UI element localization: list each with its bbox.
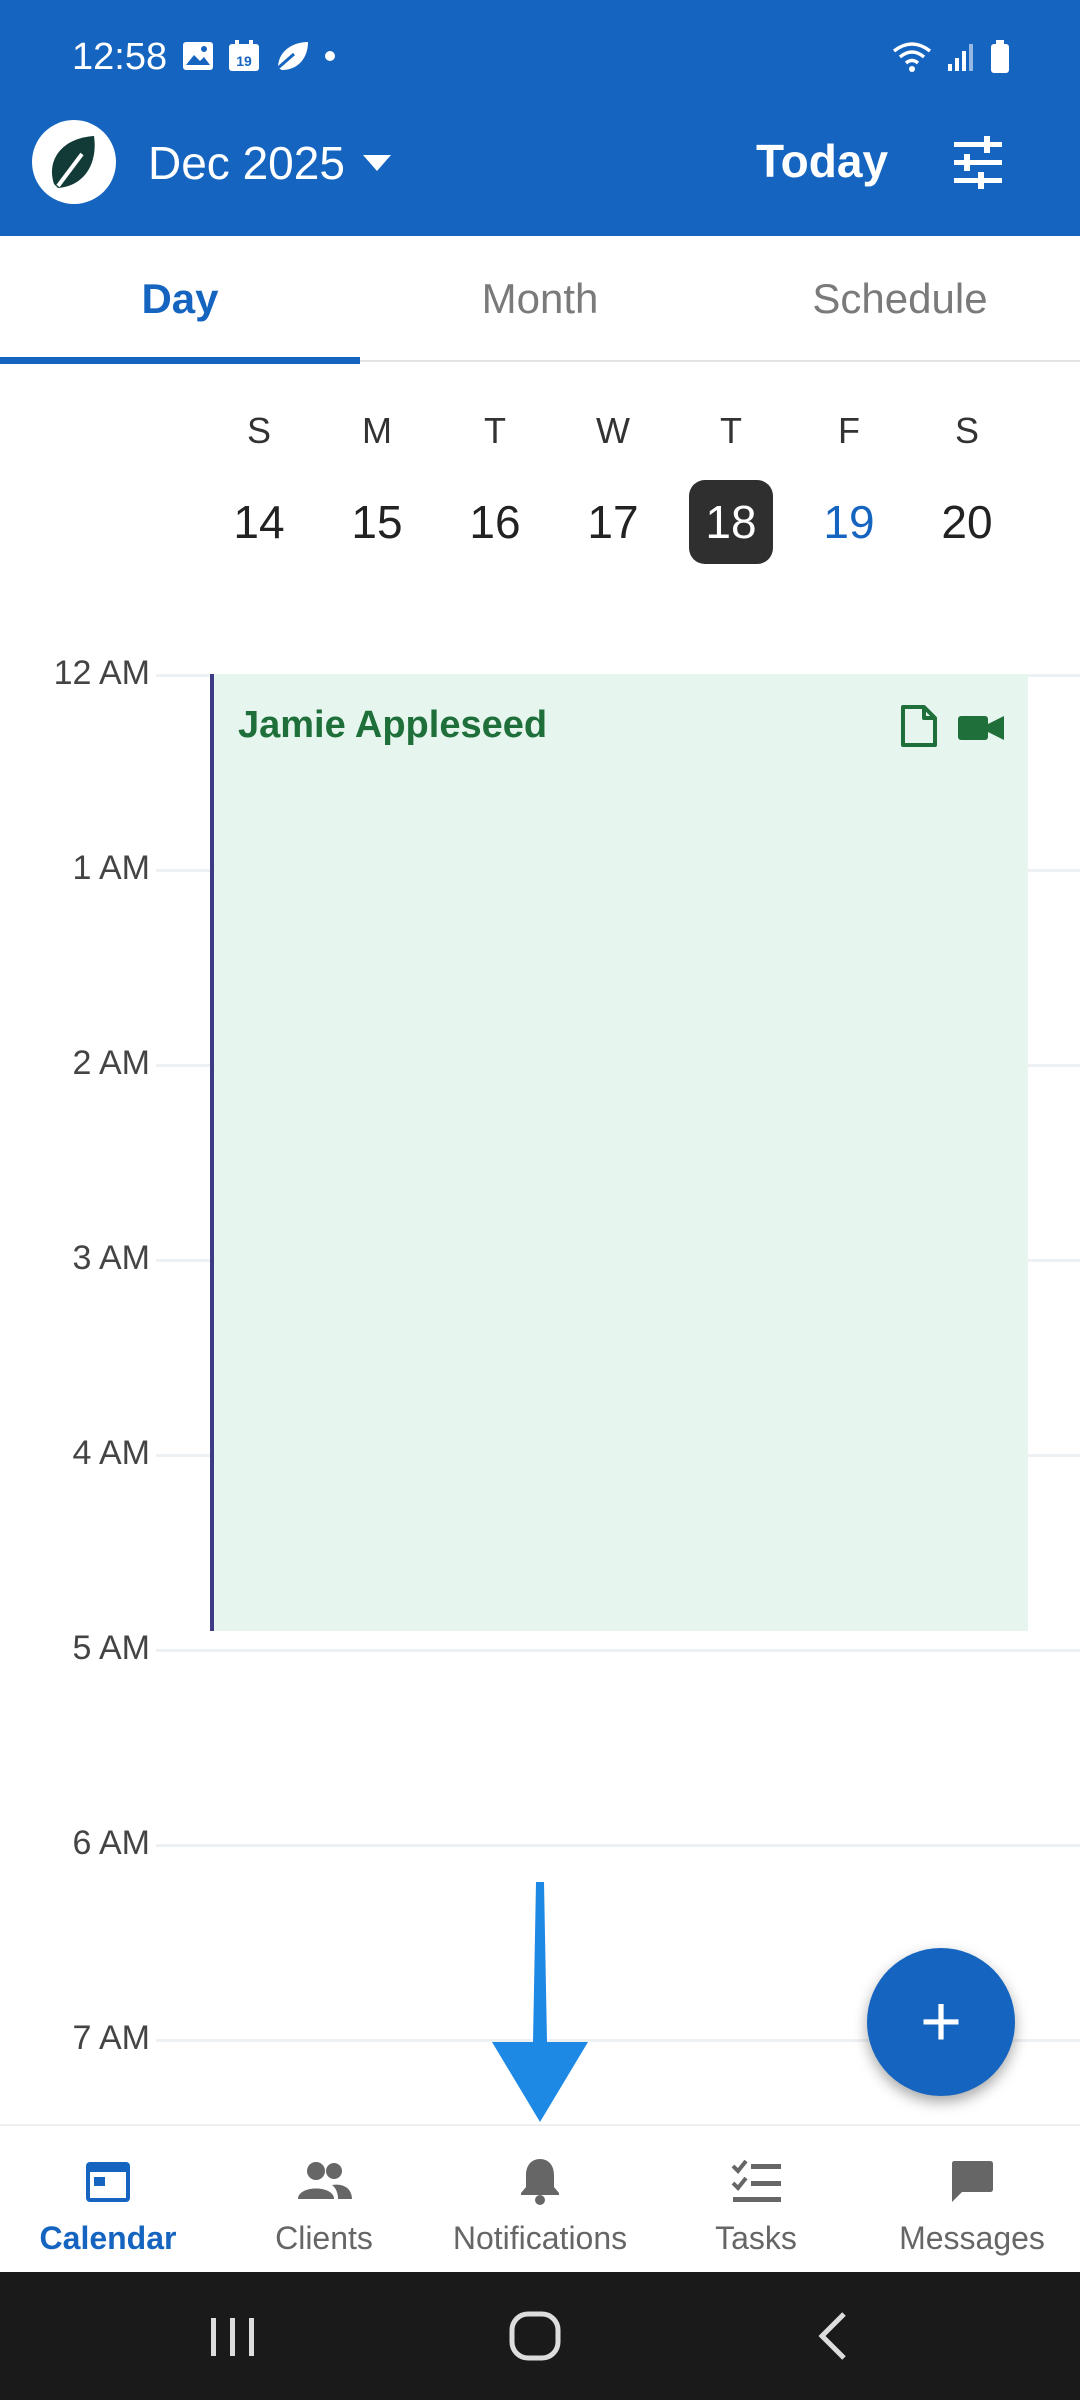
weekday-letter: S [954, 410, 979, 451]
tab-label: Month [481, 275, 599, 322]
weekday-letter: W [596, 410, 630, 451]
hour-label: 2 AM [72, 1044, 150, 1082]
weekday-date: 17 [587, 496, 639, 548]
tab-label: Schedule [812, 275, 988, 322]
weekday-letter: T [720, 410, 742, 451]
checklist-icon [728, 2156, 784, 2206]
nav-label: Calendar [39, 2220, 177, 2256]
top-bar: 12:58 19 Dec 2025 Today [0, 0, 1080, 236]
hour-label: 7 AM [72, 2019, 150, 2057]
system-nav-bar [0, 2272, 1080, 2400]
back-icon[interactable] [800, 2306, 870, 2366]
hour-label: 12 AM [53, 654, 150, 692]
week-day-14[interactable]: S 14 [214, 362, 304, 602]
leaf-icon [277, 42, 308, 70]
weekday-letter: M [362, 410, 392, 451]
app-bar: Dec 2025 Today [0, 110, 1080, 236]
svg-text:19: 19 [236, 53, 252, 69]
video-camera-icon [958, 716, 1004, 740]
week-strip: S 14 M 15 T 16 W 17 T 18 F 19 S 20 [0, 362, 1080, 602]
nav-clients[interactable]: Clients [216, 2126, 432, 2274]
nav-calendar[interactable]: Calendar [0, 2126, 216, 2274]
status-icons-right [892, 40, 1010, 74]
nav-label: Messages [899, 2220, 1045, 2256]
weekday-date: 20 [941, 496, 993, 548]
today-button[interactable]: Today [756, 134, 888, 188]
annotation-arrow-icon [492, 1882, 588, 2122]
add-event-button[interactable]: + [867, 1948, 1015, 2096]
hour-label: 6 AM [72, 1824, 150, 1862]
dot-icon [325, 51, 335, 61]
image-icon [183, 42, 213, 70]
bell-icon [512, 2156, 568, 2206]
status-bar: 12:58 19 [0, 0, 1080, 120]
calendar-icon [80, 2156, 136, 2206]
status-icons-left: 19 [182, 40, 336, 72]
month-title: Dec 2025 [148, 137, 345, 189]
plus-icon: + [919, 1982, 963, 2062]
tab-month[interactable]: Month [360, 236, 720, 362]
hour-label: 5 AM [72, 1629, 150, 1667]
home-icon[interactable] [500, 2306, 570, 2366]
week-day-16[interactable]: T 16 [450, 362, 540, 602]
weekday-date: 15 [351, 496, 403, 548]
hour-line [156, 1844, 1080, 1847]
signal-icon [948, 44, 973, 71]
weekday-date-selected: 18 [689, 480, 773, 564]
weekday-letter: F [838, 410, 860, 451]
nav-messages[interactable]: Messages [864, 2126, 1080, 2274]
nav-label: Tasks [715, 2220, 797, 2256]
nav-label: Clients [275, 2220, 373, 2256]
week-day-20[interactable]: S 20 [922, 362, 1012, 602]
hour-line [156, 1649, 1080, 1652]
tab-label: Day [141, 275, 219, 322]
status-time: 12:58 [72, 36, 168, 78]
caret-down-icon [362, 155, 391, 171]
tab-schedule[interactable]: Schedule [720, 236, 1080, 362]
tab-day[interactable]: Day [0, 236, 360, 364]
calendar-19-icon: 19 [229, 40, 259, 71]
view-tabs: Day Month Schedule [0, 236, 1080, 364]
bottom-nav: Calendar Clients Notifications Tasks Mes… [0, 2124, 1080, 2272]
month-selector[interactable]: Dec 2025 [148, 136, 391, 190]
week-day-18[interactable]: T 18 [686, 362, 776, 602]
chat-icon [944, 2156, 1000, 2206]
hour-label: 4 AM [72, 1434, 150, 1472]
nav-tasks[interactable]: Tasks [648, 2126, 864, 2274]
weekday-date: 14 [233, 496, 285, 548]
recent-apps-icon[interactable] [198, 2306, 268, 2366]
document-icon [901, 705, 937, 747]
weekday-letter: S [246, 410, 271, 451]
battery-icon [991, 40, 1009, 73]
hour-label: 3 AM [72, 1239, 150, 1277]
nav-label: Notifications [452, 2220, 628, 2256]
calendar-event[interactable]: Jamie Appleseed [210, 674, 1028, 1631]
wifi-icon [892, 42, 932, 72]
weekday-date: 16 [469, 496, 521, 548]
weekday-date-highlight: 19 [823, 496, 875, 548]
nav-notifications[interactable]: Notifications [432, 2126, 648, 2274]
week-day-19[interactable]: F 19 [804, 362, 894, 602]
people-icon [296, 2156, 352, 2206]
app-logo-icon[interactable] [32, 120, 116, 204]
week-day-15[interactable]: M 15 [332, 362, 422, 602]
hour-label: 1 AM [72, 849, 150, 887]
tune-icon[interactable] [948, 132, 1008, 192]
weekday-letter: T [484, 410, 506, 451]
event-title: Jamie Appleseed [238, 704, 548, 746]
week-day-17[interactable]: W 17 [568, 362, 658, 602]
